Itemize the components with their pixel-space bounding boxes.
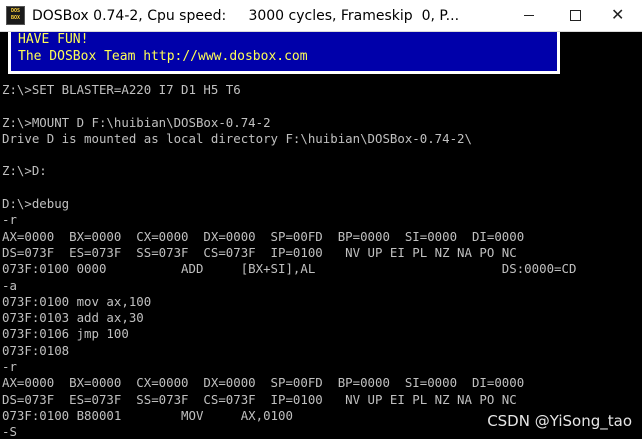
console-line: 073F:0100 0000 ADD [BX+SI],AL DS:0000=CD [2, 261, 577, 277]
maximize-button[interactable] [552, 0, 598, 31]
console-line: DS=073F ES=073F SS=073F CS=073F IP=0100 … [2, 391, 517, 407]
console-line: DS=073F ES=073F SS=073F CS=073F IP=0100 … [2, 244, 517, 260]
console-line: 073F:0108 [2, 342, 70, 358]
close-button[interactable]: ✕ [598, 0, 642, 31]
window-title: DOSBox 0.74-2, Cpu speed: 3000 cycles, F… [32, 8, 460, 24]
watermark-text: CSDN @YiSong_tao [487, 412, 632, 430]
console-line: 073F:0100 mov ax,100 [2, 293, 152, 309]
console-line: -r [2, 359, 17, 375]
welcome-banner: HAVE FUN! The DOSBox Team http://www.dos… [8, 32, 560, 74]
console-line: -a [2, 277, 17, 293]
console-line: Drive D is mounted as local directory F:… [2, 130, 472, 146]
maximize-icon [570, 10, 581, 21]
banner-line-1: HAVE FUN! [18, 32, 89, 47]
console-line: Z:\>D: [2, 163, 47, 179]
minimize-button[interactable] [506, 0, 552, 31]
dos-console-output[interactable]: Z:\>SET BLASTER=A220 I7 D1 H5 T6 Z:\>MOUN… [2, 82, 638, 439]
console-line: 073F:0103 add ax,30 [2, 310, 144, 326]
console-line: Z:\>SET BLASTER=A220 I7 D1 H5 T6 [2, 82, 241, 97]
console-line: -r [2, 212, 17, 228]
icon-label-bottom: BOX [10, 15, 21, 21]
console-line: Z:\>MOUNT D F:\huibian\DOSBox-0.74-2 [2, 114, 271, 130]
icon-label-top: DOS [10, 8, 21, 14]
dosbox-app-icon[interactable]: DOS BOX [6, 6, 25, 25]
console-line: 073F:0106 jmp 100 [2, 326, 129, 342]
console-line: AX=0000 BX=0000 CX=0000 DX=0000 SP=00FD … [2, 228, 525, 244]
title-bar[interactable]: DOS BOX DOSBox 0.74-2, Cpu speed: 3000 c… [0, 0, 642, 32]
console-line: AX=0000 BX=0000 CX=0000 DX=0000 SP=00FD … [2, 375, 525, 391]
minimize-icon [524, 15, 534, 16]
dosbox-window: DOS BOX DOSBox 0.74-2, Cpu speed: 3000 c… [0, 0, 642, 439]
close-icon: ✕ [611, 5, 625, 24]
banner-line-2: The DOSBox Team http://www.dosbox.com [18, 49, 308, 64]
console-line: D:\>debug [2, 196, 70, 212]
